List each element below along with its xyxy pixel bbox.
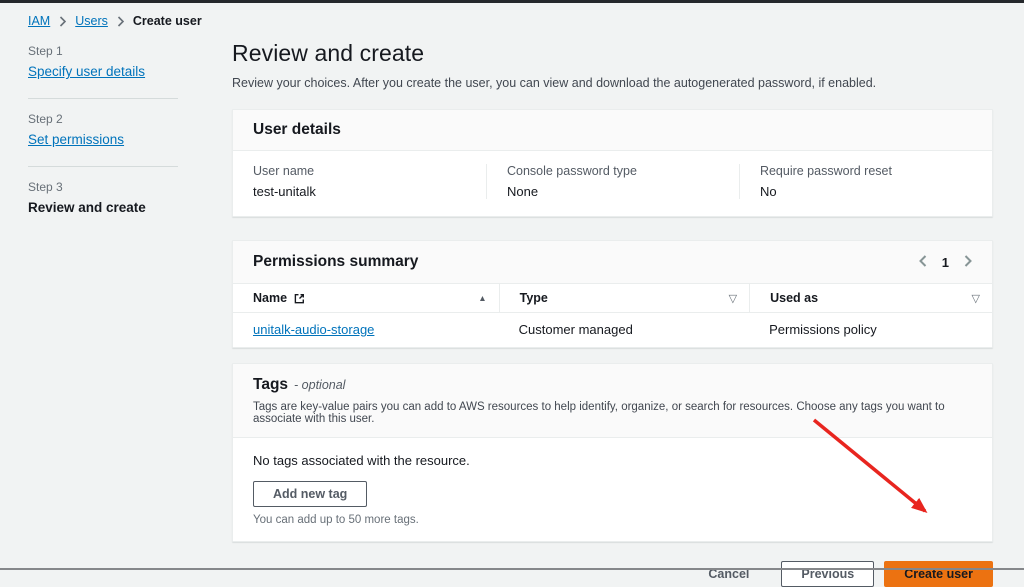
step-number-label: Step 3 [28,180,178,194]
user-details-fields: User name test-unitalk Console password … [233,151,992,216]
field-value: None [507,184,719,199]
field-label: Require password reset [760,164,972,178]
wizard-footer-actions: Cancel Previous Create user [232,561,993,587]
breadcrumb: IAM Users Create user [28,14,202,28]
tags-header: Tags - optional Tags are key-value pairs… [233,364,992,438]
policy-used-as-cell: Permissions policy [749,313,992,347]
column-label: Name [253,291,287,305]
permissions-summary-title: Permissions summary [253,253,418,271]
pagination-page-number[interactable]: 1 [942,255,949,270]
permissions-summary-header: Permissions summary 1 [233,241,992,284]
field-value: No [760,184,972,199]
field-label: Console password type [507,164,719,178]
previous-button[interactable]: Previous [781,561,874,587]
pagination-previous-button[interactable] [919,255,927,270]
no-tags-message: No tags associated with the resource. [253,453,972,468]
tags-body: No tags associated with the resource. Ad… [233,438,992,541]
tags-limit-hint: You can add up to 50 more tags. [253,514,972,526]
field-label: User name [253,164,466,178]
sidebar-divider [28,166,178,167]
create-user-button[interactable]: Create user [884,561,993,587]
user-details-title: User details [253,121,341,138]
column-header-used-as[interactable]: Used as ▽ [749,284,992,312]
field-value: test-unitalk [253,184,466,199]
sidebar-step-specify-user-details[interactable]: Specify user details [28,64,145,79]
chevron-left-icon [919,255,927,270]
field-user-name: User name test-unitalk [233,164,486,199]
sidebar-divider [28,98,178,99]
chevron-right-icon [117,16,124,27]
field-require-password-reset: Require password reset No [739,164,992,199]
tags-card: Tags - optional Tags are key-value pairs… [232,363,993,542]
wizard-step-3: Step 3 Review and create [28,180,178,217]
tags-title-row: Tags - optional [253,376,972,394]
sort-icon: ▽ [729,292,737,305]
pagination: 1 [919,255,972,270]
user-details-card: User details User name test-unitalk Cons… [232,109,993,217]
table-row: unitalk-audio-storage Customer managed P… [233,313,992,347]
chevron-right-icon [59,16,66,27]
cancel-button[interactable]: Cancel [696,562,761,586]
policy-type-cell: Customer managed [499,313,749,347]
breadcrumb-users-link[interactable]: Users [75,14,108,28]
permissions-table-header: Name ▲ Type ▽ Used as ▽ [233,284,992,313]
step-number-label: Step 1 [28,44,178,58]
step-number-label: Step 2 [28,112,178,126]
tags-description: Tags are key-value pairs you can add to … [253,401,972,425]
column-label: Used as [770,291,818,305]
sidebar-step-set-permissions[interactable]: Set permissions [28,132,124,147]
user-details-header: User details [233,110,992,151]
breadcrumb-current: Create user [133,14,202,28]
tags-optional-label: - optional [294,378,345,392]
sort-icon: ▽ [972,292,980,305]
sort-ascending-icon: ▲ [478,293,486,303]
sidebar-step-review-and-create: Review and create [28,200,146,215]
external-link-icon [294,293,305,304]
wizard-step-1: Step 1 Specify user details [28,44,178,81]
aws-iam-create-user-page: IAM Users Create user Step 1 Specify use… [0,0,1024,570]
column-header-name[interactable]: Name ▲ [233,284,499,312]
add-new-tag-button[interactable]: Add new tag [253,481,367,507]
column-header-type[interactable]: Type ▽ [499,284,749,312]
tags-title: Tags [253,376,288,394]
wizard-step-2: Step 2 Set permissions [28,112,178,149]
policy-link[interactable]: unitalk-audio-storage [253,322,374,337]
permissions-summary-card: Permissions summary 1 [232,240,993,348]
chevron-right-icon [964,255,972,270]
policy-name-cell: unitalk-audio-storage [233,313,499,347]
field-console-password-type: Console password type None [486,164,739,199]
column-label: Type [520,291,548,305]
window-top-border [0,0,1024,3]
main-content: Review and create Review your choices. A… [232,40,993,587]
page-title: Review and create [232,40,993,67]
wizard-steps-sidebar: Step 1 Specify user details Step 2 Set p… [28,44,178,217]
breadcrumb-iam-link[interactable]: IAM [28,14,50,28]
pagination-next-button[interactable] [964,255,972,270]
page-description: Review your choices. After you create th… [232,76,993,90]
